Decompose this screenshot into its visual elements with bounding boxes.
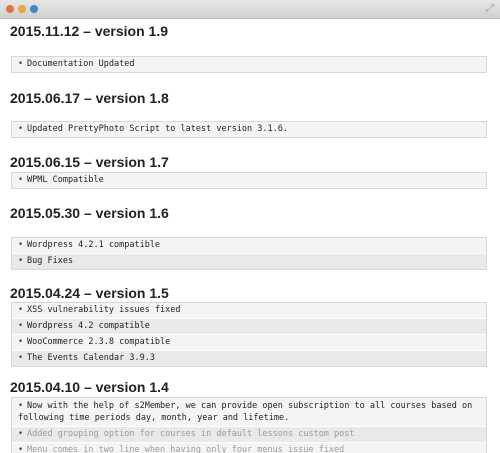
list-item: • WPML Compatible [12,173,486,188]
list-item-text: Updated PrettyPhoto Script to latest ver… [27,124,288,134]
changelog-list: • Now with the help of s2Member, we can p… [11,397,487,453]
bullet-icon: • [18,305,24,315]
list-item-text: Bug Fixes [27,256,74,266]
list-item: • Bug Fixes [12,253,486,269]
version-heading: 2015.04.24 – version 1.5 [10,285,169,301]
window-titlebar: ⤢ [0,0,500,19]
list-item: • Wordpress 4.2 compatible [12,318,486,334]
list-item-text: XSS vulnerability issues fixed [27,305,181,315]
list-item-text: Menu comes in two line when having only … [27,445,345,453]
version-heading: 2015.11.12 – version 1.9 [10,23,169,39]
list-item: • XSS vulnerability issues fixed [12,303,486,318]
expand-icon[interactable]: ⤢ [486,3,494,14]
list-item-text: Documentation Updated [27,59,135,69]
bullet-icon: • [18,240,24,250]
list-item: • Documentation Updated [12,57,486,72]
list-item: • Menu comes in two line when having only… [12,442,486,453]
list-item: • The Events Calendar 3.9.3 [12,350,486,366]
list-item-text: Wordpress 4.2.1 compatible [27,240,161,250]
list-item-text: WooCommerce 2.3.8 compatible [27,337,171,347]
bullet-icon: • [18,445,24,453]
bullet-icon: • [18,337,24,347]
list-item: • Updated PrettyPhoto Script to latest ve… [12,122,486,137]
changelog-list: • Updated PrettyPhoto Script to latest ve… [11,121,487,138]
changelog-list: • WPML Compatible [11,172,487,189]
bullet-icon: • [18,353,24,363]
bullet-icon: • [18,175,24,185]
list-item-text: The Events Calendar 3.9.3 [27,353,155,363]
changelog-list: • Documentation Updated [11,56,487,73]
bullet-icon: • [18,59,24,69]
list-item: • Added grouping option for courses in de… [12,426,486,442]
list-item-text: WPML Compatible [27,175,104,185]
list-item-text: Now with the help of s2Member, we can pr… [18,401,473,423]
list-item: • Wordpress 4.2.1 compatible [12,238,486,253]
version-heading: 2015.06.15 – version 1.7 [10,154,169,170]
version-heading: 2015.05.30 – version 1.6 [10,205,169,221]
changelog-list: • XSS vulnerability issues fixed • Wordpre… [11,302,487,367]
list-item-text: Wordpress 4.2 compatible [27,321,150,331]
minimize-window-button[interactable] [18,5,26,13]
bullet-icon: • [18,429,24,439]
list-item: • Now with the help of s2Member, we can p… [12,398,486,426]
bullet-icon: • [18,256,24,266]
bullet-icon: • [18,401,24,411]
close-window-button[interactable] [6,5,14,13]
app-window: ⤢ 2015.11.12 – version 1.9 • Documentatio… [0,0,500,453]
changelog-list: • Wordpress 4.2.1 compatible • Bug Fixes [11,237,487,270]
bullet-icon: • [18,124,24,134]
maximize-window-button[interactable] [30,5,38,13]
list-item: • WooCommerce 2.3.8 compatible [12,334,486,350]
list-item-text: Added grouping option for courses in def… [27,429,355,439]
bullet-icon: • [18,321,24,331]
changelog-content[interactable]: 2015.11.12 – version 1.9 • Documentation … [0,19,500,453]
version-heading: 2015.04.10 – version 1.4 [10,379,169,395]
version-heading: 2015.06.17 – version 1.8 [10,90,169,106]
